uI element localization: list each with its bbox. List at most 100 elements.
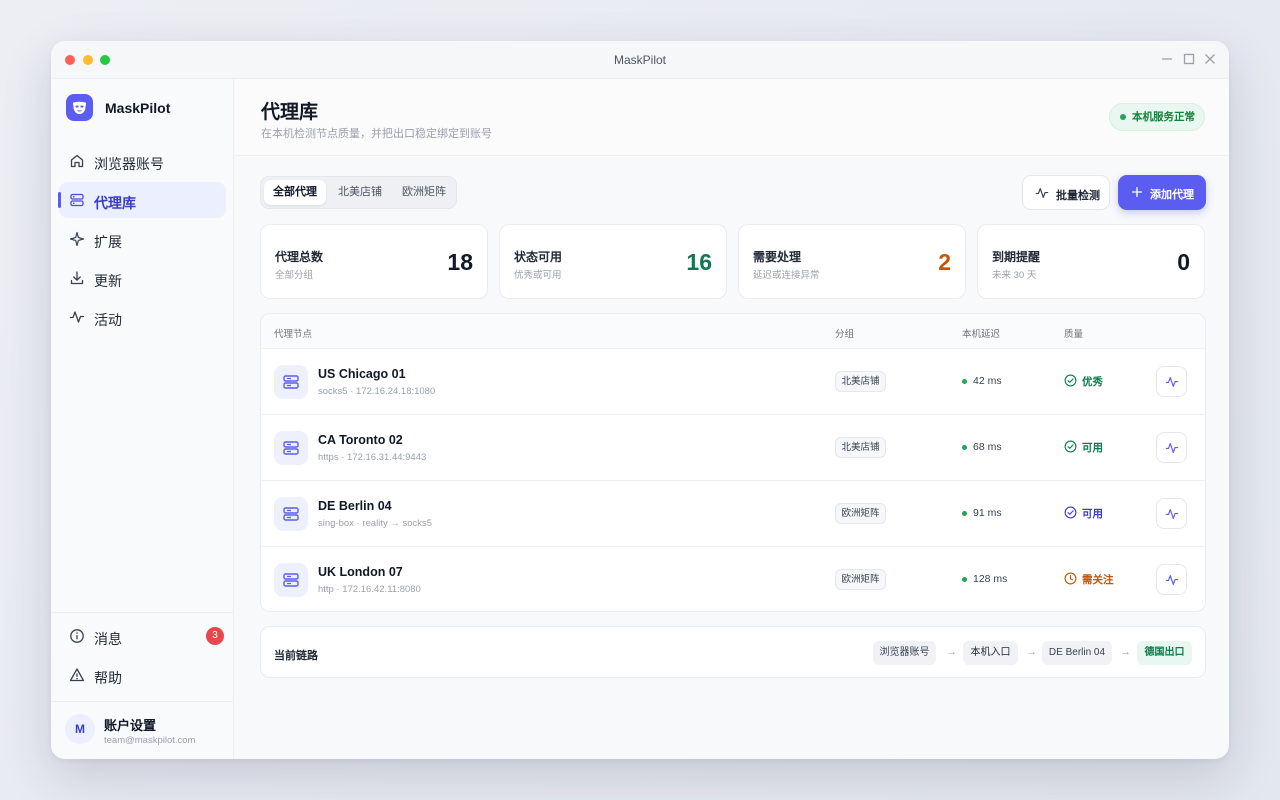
proxy-name: CA Toronto 02 <box>318 433 403 447</box>
row-check-button[interactable] <box>1156 366 1187 397</box>
latency-text: 68 ms <box>973 441 1002 453</box>
check-circle-icon <box>1064 374 1077 387</box>
table-row[interactable]: DE Berlin 04 sing-box · reality → socks5… <box>261 481 1205 547</box>
add-proxy-button[interactable]: 添加代理 <box>1118 175 1206 210</box>
page-header: 代理库 在本机检测节点质量，并把出口稳定绑定到账号 本机服务正常 <box>235 79 1229 156</box>
close-icon[interactable] <box>1202 51 1218 67</box>
route-node-proxy: DE Berlin 04 <box>1042 641 1112 665</box>
sidebar-item-browser-accounts[interactable]: 浏览器账号 <box>59 143 226 179</box>
sidebar-item-updates[interactable]: 更新 <box>59 260 226 296</box>
server-icon <box>274 365 308 399</box>
row-check-button[interactable] <box>1156 432 1187 463</box>
tab-all-proxies[interactable]: 全部代理 <box>264 180 326 205</box>
table-header: 代理节点 分组 本机延迟 质量 <box>261 314 1205 349</box>
proxy-name: DE Berlin 04 <box>318 499 392 513</box>
stat-subtitle: 全部分组 <box>275 270 314 281</box>
sidebar-item-label: 扩展 <box>94 234 122 250</box>
route-arrow: → <box>1026 646 1037 658</box>
table-row[interactable]: UK London 07 http · 172.16.42.11:8080 欧洲… <box>261 547 1205 611</box>
stat-title: 到期提醒 <box>992 250 1041 264</box>
table-row[interactable]: US Chicago 01 socks5 · 172.16.24.18:1080… <box>261 349 1205 415</box>
row-check-button[interactable] <box>1156 564 1187 595</box>
proxy-table: 代理节点 分组 本机延迟 质量 US Chicago 01 socks5 · 1… <box>260 313 1206 612</box>
plus-icon <box>1131 186 1143 198</box>
check-circle-icon <box>1064 506 1077 519</box>
route-arrow: → <box>1120 646 1131 658</box>
account-settings-link[interactable]: 账户设置 <box>104 715 156 734</box>
server-icon <box>274 563 308 597</box>
account-email: team@maskpilot.com <box>104 735 196 746</box>
minimize-icon[interactable] <box>1159 51 1175 67</box>
tab-europe[interactable]: 欧洲矩阵 <box>392 180 456 205</box>
quality-text: 优秀 <box>1082 376 1103 388</box>
sidebar-item-label: 活动 <box>94 312 122 328</box>
main-content: 代理库 在本机检测节点质量，并把出口稳定绑定到账号 本机服务正常 全部代理 北美… <box>235 79 1229 759</box>
page-subtitle: 在本机检测节点质量，并把出口稳定绑定到账号 <box>261 128 492 140</box>
activity-icon <box>1165 575 1179 585</box>
mask-logo-icon <box>72 101 87 115</box>
activity-icon <box>69 311 85 323</box>
sidebar-item-extensions[interactable]: 扩展 <box>59 221 226 257</box>
route-arrow: → <box>946 646 957 658</box>
group-tag: 北美店铺 <box>835 437 886 458</box>
sidebar-item-activity[interactable]: 活动 <box>59 299 226 335</box>
app-logo <box>66 94 93 121</box>
server-icon <box>70 193 84 207</box>
home-icon <box>70 154 84 168</box>
activity-icon <box>1165 443 1179 453</box>
window-title: MaskPilot <box>613 53 666 67</box>
latency-text: 128 ms <box>973 573 1008 585</box>
stat-value: 16 <box>686 249 712 275</box>
server-icon <box>274 497 308 531</box>
latency-text: 42 ms <box>973 375 1002 387</box>
group-tabs: 全部代理 北美店铺 欧洲矩阵 <box>260 176 457 209</box>
latency-value: 42 ms <box>962 375 1002 387</box>
sidebar-item-messages[interactable]: 消息 3 <box>59 618 226 654</box>
active-indicator <box>58 192 61 208</box>
stat-card-needs-action: 需要处理 延迟或连接异常 2 <box>738 224 966 299</box>
proxy-name: UK London 07 <box>318 565 403 579</box>
latency-value: 68 ms <box>962 441 1002 453</box>
stat-card-expiry: 到期提醒 未来 30 天 0 <box>977 224 1205 299</box>
server-icon <box>274 431 308 465</box>
stat-value: 18 <box>447 249 473 275</box>
current-route-panel: 当前链路 浏览器账号 → 本机入口 → DE Berlin 04 → 德国出口 <box>260 626 1206 678</box>
avatar[interactable]: M <box>65 714 95 744</box>
warning-icon <box>69 668 85 682</box>
quality-status: 优秀 <box>1064 374 1103 389</box>
maximize-icon[interactable] <box>1181 51 1197 67</box>
check-circle-icon <box>1064 440 1077 453</box>
clock-icon <box>1064 572 1077 585</box>
proxy-detail: https · 172.16.31.44:9443 <box>318 452 427 463</box>
proxy-name: US Chicago 01 <box>318 367 406 381</box>
notification-badge: 3 <box>206 627 224 645</box>
sidebar-item-help[interactable]: 帮助 <box>59 657 226 693</box>
batch-check-label: 批量检测 <box>1056 190 1100 202</box>
column-header-group: 分组 <box>835 329 855 340</box>
sparkle-icon <box>69 231 85 247</box>
route-node-exit: 德国出口 <box>1137 641 1192 665</box>
route-node-browser: 浏览器账号 <box>873 641 936 665</box>
sidebar-divider <box>51 612 234 613</box>
activity-icon <box>1165 509 1179 519</box>
latency-dot-icon <box>962 577 967 582</box>
quality-status: 需关注 <box>1064 572 1114 587</box>
group-tag: 北美店铺 <box>835 371 886 392</box>
sidebar-item-proxy-library[interactable]: 代理库 <box>58 182 226 218</box>
quality-status: 可用 <box>1064 440 1103 455</box>
batch-check-button[interactable]: 批量检测 <box>1022 175 1110 210</box>
latency-value: 91 ms <box>962 507 1002 519</box>
sidebar-item-label: 代理库 <box>94 195 136 211</box>
tab-north-america[interactable]: 北美店铺 <box>328 180 392 205</box>
row-check-button[interactable] <box>1156 498 1187 529</box>
stat-card-total: 代理总数 全部分组 18 <box>260 224 488 299</box>
quality-text: 可用 <box>1082 442 1103 454</box>
activity-icon <box>1035 188 1049 198</box>
sidebar-item-label: 帮助 <box>94 670 122 686</box>
brand-name: MaskPilot <box>105 100 171 116</box>
info-icon <box>70 629 84 643</box>
table-row[interactable]: CA Toronto 02 https · 172.16.31.44:9443 … <box>261 415 1205 481</box>
service-status-badge: 本机服务正常 <box>1109 103 1205 131</box>
group-tag: 欧洲矩阵 <box>835 503 886 524</box>
title-bar: MaskPilot <box>51 41 1229 79</box>
